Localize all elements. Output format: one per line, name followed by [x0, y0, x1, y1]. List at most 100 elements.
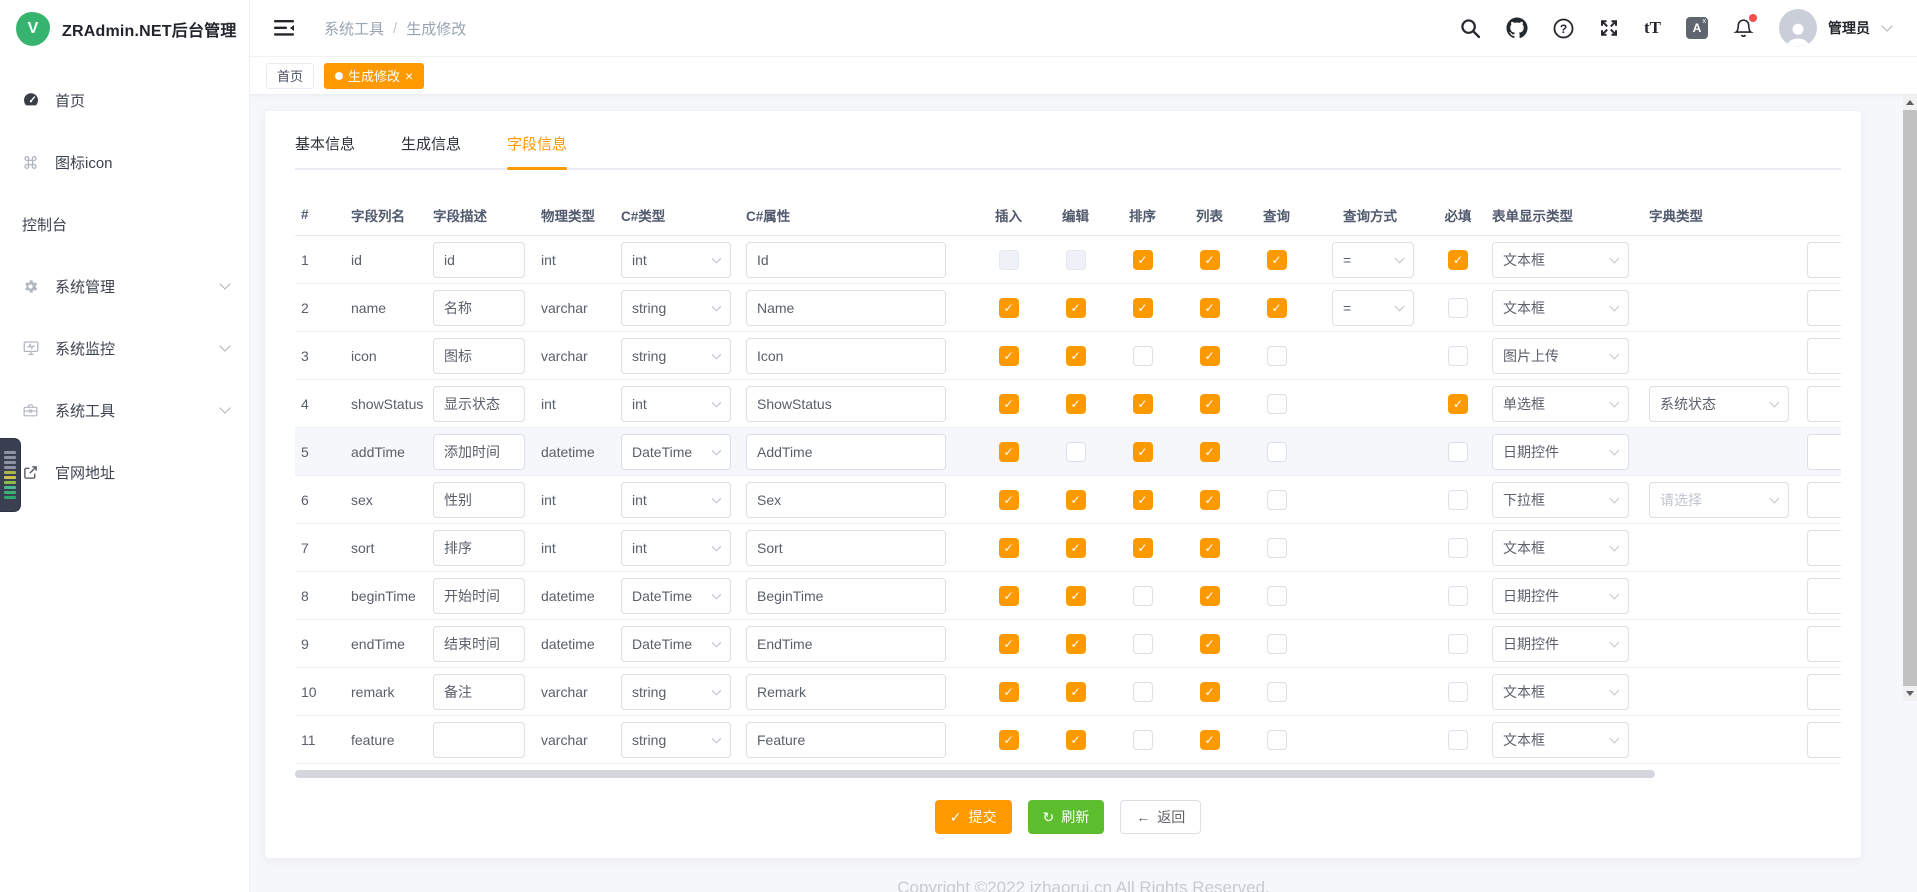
extra-input[interactable] [1807, 290, 1841, 326]
required-checkbox[interactable] [1448, 682, 1468, 702]
insert-checkbox[interactable]: ✓ [999, 298, 1019, 318]
cs-type-select[interactable]: string [621, 338, 731, 374]
sort-checkbox[interactable] [1133, 730, 1153, 750]
edit-checkbox[interactable]: ✓ [1066, 490, 1086, 510]
edit-checkbox[interactable]: ✓ [1066, 346, 1086, 366]
caret-down-icon[interactable] [1881, 20, 1892, 31]
sort-checkbox[interactable]: ✓ [1133, 394, 1153, 414]
fullscreen-icon[interactable] [1599, 18, 1619, 38]
sidebar-item-system-monitor[interactable]: 系统监控 [0, 317, 249, 379]
list-checkbox[interactable]: ✓ [1200, 682, 1220, 702]
tag-home[interactable]: 首页 [266, 63, 314, 89]
field-description-input[interactable]: 添加时间 [433, 434, 525, 470]
required-checkbox[interactable] [1448, 346, 1468, 366]
sidebar-collapse-icon[interactable] [274, 19, 294, 37]
extra-input[interactable] [1807, 722, 1841, 758]
list-checkbox[interactable]: ✓ [1200, 346, 1220, 366]
required-checkbox[interactable]: ✓ [1448, 250, 1468, 270]
insert-checkbox[interactable]: ✓ [999, 490, 1019, 510]
cs-attribute-input[interactable]: BeginTime [746, 578, 946, 614]
help-icon[interactable]: ? [1553, 18, 1574, 39]
required-checkbox[interactable]: ✓ [1448, 394, 1468, 414]
extra-input[interactable] [1807, 482, 1841, 518]
cs-attribute-input[interactable]: Id [746, 242, 946, 278]
refresh-button[interactable]: ↻ 刷新 [1028, 800, 1105, 834]
extra-input[interactable] [1807, 626, 1841, 662]
edit-checkbox[interactable]: ✓ [1066, 682, 1086, 702]
cs-type-select[interactable]: string [621, 290, 731, 326]
cs-type-select[interactable]: int [621, 242, 731, 278]
field-description-input[interactable]: 图标 [433, 338, 525, 374]
sort-checkbox[interactable] [1133, 586, 1153, 606]
form-display-type-select[interactable]: 下拉框 [1492, 482, 1629, 518]
list-checkbox[interactable]: ✓ [1200, 730, 1220, 750]
cs-attribute-input[interactable]: AddTime [746, 434, 946, 470]
dict-type-select[interactable]: 请选择 [1649, 482, 1789, 518]
form-display-type-select[interactable]: 文本框 [1492, 290, 1629, 326]
sidebar-item-console[interactable]: 控制台 [0, 193, 249, 255]
sort-checkbox[interactable] [1133, 634, 1153, 654]
form-display-type-select[interactable]: 文本框 [1492, 722, 1629, 758]
form-display-type-select[interactable]: 单选框 [1492, 386, 1629, 422]
required-checkbox[interactable] [1448, 298, 1468, 318]
dict-type-select[interactable]: 系统状态 [1649, 386, 1789, 422]
insert-checkbox[interactable] [999, 250, 1019, 270]
horizontal-scrollbar-thumb[interactable] [295, 770, 1655, 778]
tab-3[interactable]: 字段信息 [507, 133, 567, 168]
field-description-input[interactable] [433, 722, 525, 758]
logo[interactable]: V ZRAdmin.NET后台管理 [0, 0, 249, 57]
github-icon[interactable] [1506, 17, 1528, 39]
edit-checkbox[interactable]: ✓ [1066, 538, 1086, 558]
list-checkbox[interactable]: ✓ [1200, 634, 1220, 654]
insert-checkbox[interactable]: ✓ [999, 730, 1019, 750]
font-size-icon[interactable]: tT [1644, 18, 1661, 38]
sort-checkbox[interactable]: ✓ [1133, 298, 1153, 318]
required-checkbox[interactable] [1448, 730, 1468, 750]
form-display-type-select[interactable]: 日期控件 [1492, 434, 1629, 470]
cs-attribute-input[interactable]: Remark [746, 674, 946, 710]
list-checkbox[interactable]: ✓ [1200, 250, 1220, 270]
sidebar-item-home[interactable]: 首页 [0, 69, 249, 131]
cs-type-select[interactable]: DateTime [621, 626, 731, 662]
tag-active[interactable]: 生成修改 × [324, 63, 424, 89]
field-description-input[interactable]: id [433, 242, 525, 278]
list-checkbox[interactable]: ✓ [1200, 394, 1220, 414]
language-icon[interactable]: A x [1686, 17, 1708, 39]
cs-attribute-input[interactable]: Icon [746, 338, 946, 374]
edit-checkbox[interactable]: ✓ [1066, 634, 1086, 654]
insert-checkbox[interactable]: ✓ [999, 586, 1019, 606]
list-checkbox[interactable]: ✓ [1200, 490, 1220, 510]
required-checkbox[interactable] [1448, 538, 1468, 558]
insert-checkbox[interactable]: ✓ [999, 442, 1019, 462]
insert-checkbox[interactable]: ✓ [999, 394, 1019, 414]
list-checkbox[interactable]: ✓ [1200, 538, 1220, 558]
extra-input[interactable] [1807, 386, 1841, 422]
username[interactable]: 管理员 [1828, 18, 1870, 38]
breadcrumb-parent[interactable]: 系统工具 [324, 18, 384, 39]
sort-checkbox[interactable] [1133, 346, 1153, 366]
query-checkbox[interactable]: ✓ [1267, 298, 1287, 318]
extra-input[interactable] [1807, 338, 1841, 374]
field-description-input[interactable]: 名称 [433, 290, 525, 326]
required-checkbox[interactable] [1448, 586, 1468, 606]
edit-checkbox[interactable] [1066, 250, 1086, 270]
query-checkbox[interactable] [1267, 538, 1287, 558]
scroll-down-button[interactable] [1903, 686, 1917, 701]
query-checkbox[interactable] [1267, 442, 1287, 462]
extra-input[interactable] [1807, 674, 1841, 710]
cs-type-select[interactable]: int [621, 482, 731, 518]
edit-checkbox[interactable]: ✓ [1066, 298, 1086, 318]
list-checkbox[interactable]: ✓ [1200, 586, 1220, 606]
query-checkbox[interactable] [1267, 346, 1287, 366]
sort-checkbox[interactable] [1133, 682, 1153, 702]
back-button[interactable]: ← 返回 [1120, 800, 1201, 834]
sidebar-item-system-tools[interactable]: 系统工具 [0, 379, 249, 441]
tag-close-icon[interactable]: × [405, 69, 413, 83]
cs-attribute-input[interactable]: Sex [746, 482, 946, 518]
sidebar-item-icons[interactable]: 图标icon [0, 131, 249, 193]
form-display-type-select[interactable]: 文本框 [1492, 242, 1629, 278]
cs-type-select[interactable]: string [621, 722, 731, 758]
vertical-scrollbar-thumb[interactable] [1903, 110, 1917, 686]
sort-checkbox[interactable]: ✓ [1133, 442, 1153, 462]
insert-checkbox[interactable]: ✓ [999, 346, 1019, 366]
